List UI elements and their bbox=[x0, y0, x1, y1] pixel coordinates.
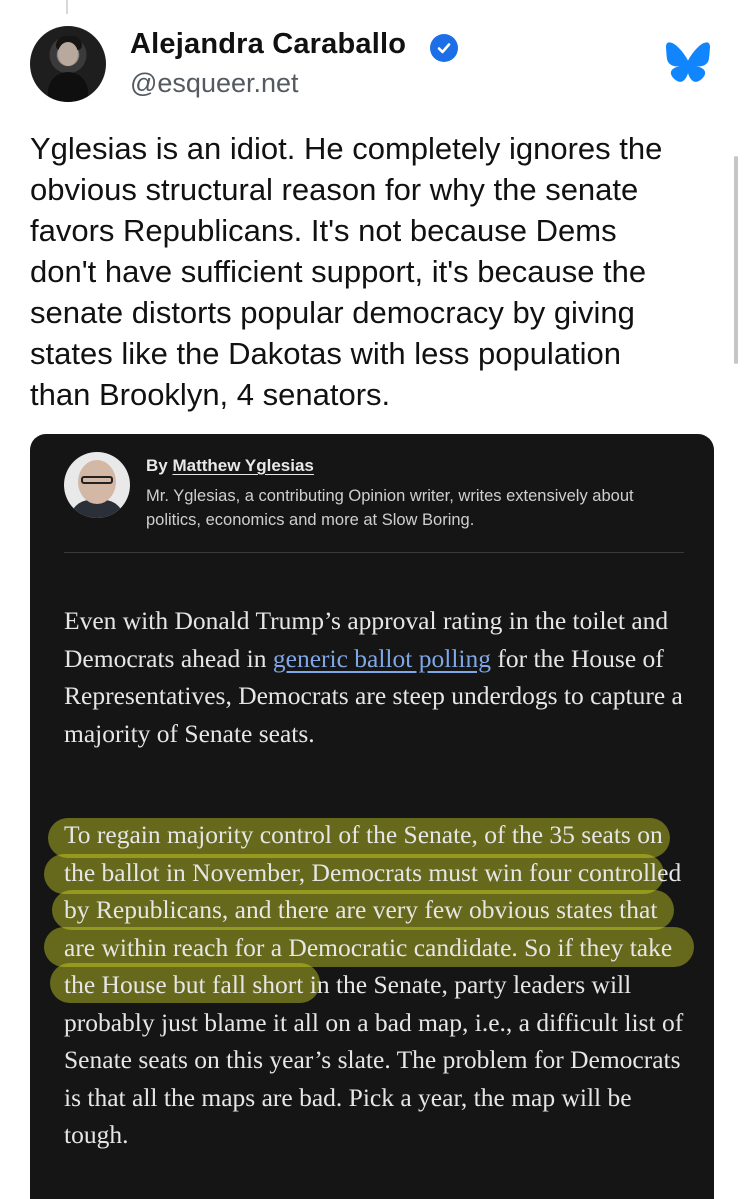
scrollbar[interactable] bbox=[734, 156, 738, 364]
author-display-name[interactable]: Alejandra Caraballo bbox=[130, 28, 406, 61]
post-header: Alejandra Caraballo @esqueer.net bbox=[30, 26, 714, 106]
verified-badge-icon bbox=[430, 34, 458, 62]
embedded-article-screenshot[interactable]: By Matthew Yglesias Mr. Yglesias, a cont… bbox=[30, 434, 714, 1199]
generic-ballot-polling-link: generic ballot polling bbox=[272, 643, 491, 673]
article-divider bbox=[64, 552, 684, 553]
bluesky-butterfly-icon bbox=[666, 42, 710, 82]
byline-author-link: Matthew Yglesias bbox=[172, 456, 314, 475]
author-avatar[interactable] bbox=[30, 26, 106, 102]
thread-connector-line bbox=[66, 0, 68, 14]
byline-prefix: By bbox=[146, 456, 173, 475]
author-handle[interactable]: @esqueer.net bbox=[130, 68, 299, 99]
article-paragraph-2: To regain majority control of the Senate… bbox=[64, 820, 684, 1149]
article-byline: By Matthew Yglesias bbox=[146, 456, 314, 476]
article-author-photo bbox=[64, 452, 130, 518]
article-paragraph-1: Even with Donald Trump’s approval rating… bbox=[64, 602, 694, 752]
author-bio: Mr. Yglesias, a contributing Opinion wri… bbox=[146, 487, 634, 529]
post-body-text: Yglesias is an idiot. He completely igno… bbox=[30, 131, 663, 412]
